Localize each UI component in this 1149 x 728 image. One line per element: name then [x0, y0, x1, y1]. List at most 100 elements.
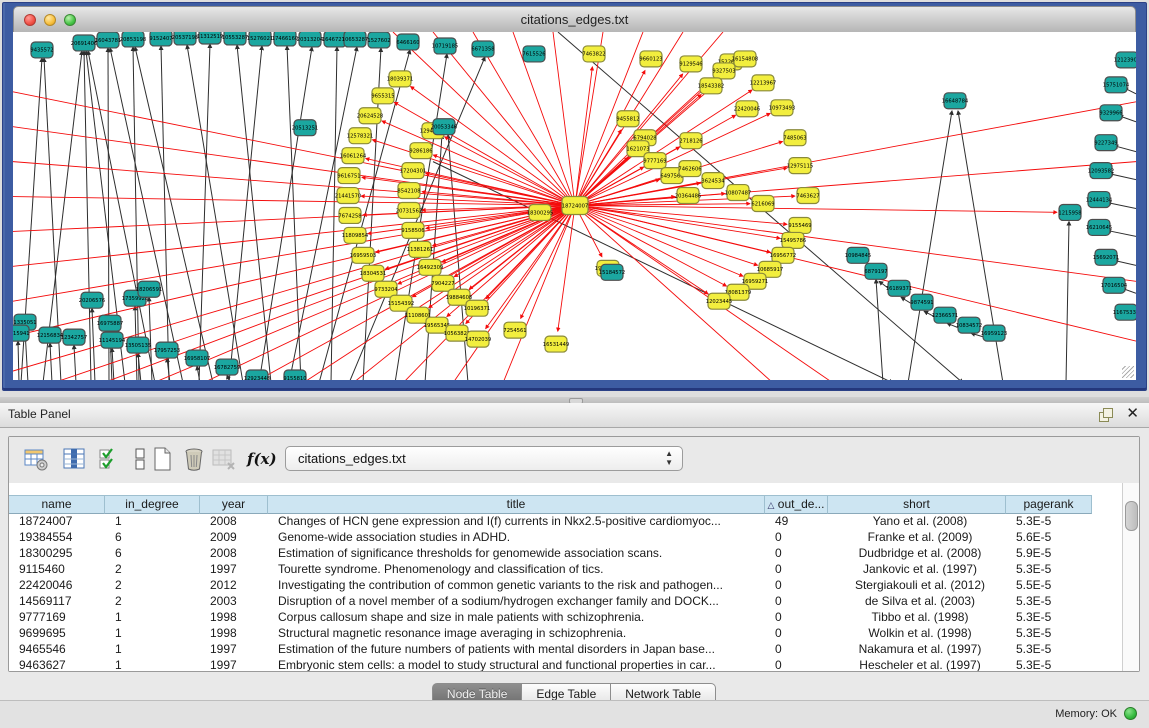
- graph-node[interactable]: 3915941: [13, 325, 30, 341]
- graph-node[interactable]: 9874591: [910, 294, 933, 310]
- graph-node[interactable]: 20731562: [396, 203, 422, 219]
- column-header-pagerank[interactable]: pagerank: [1006, 495, 1092, 514]
- graph-node[interactable]: 7462606: [678, 161, 701, 177]
- graph-node[interactable]: 20624528: [357, 108, 383, 124]
- graph-node[interactable]: 12023445: [706, 293, 732, 309]
- column-header-out_de[interactable]: △ out_de...: [765, 495, 828, 514]
- float-panel-icon[interactable]: [1099, 408, 1113, 422]
- graph-node[interactable]: 16648784: [942, 93, 969, 109]
- table-row[interactable]: 1938455462009Genome-wide association stu…: [9, 530, 1123, 546]
- graph-node[interactable]: 18039371: [387, 71, 413, 87]
- row-selection-icon[interactable]: [97, 446, 123, 472]
- graph-node[interactable]: 16975887: [97, 315, 123, 331]
- graph-node[interactable]: 10973493: [769, 100, 795, 116]
- graph-node[interactable]: 3624534: [701, 173, 725, 189]
- graph-node[interactable]: 9655315: [371, 88, 394, 104]
- graph-node[interactable]: 6466160: [396, 34, 419, 50]
- column-header-name[interactable]: name: [9, 495, 105, 514]
- table-selector-dropdown[interactable]: citations_edges.txt ▲▼: [285, 446, 683, 471]
- network-graph[interactable]: 1872400718039371965531520624528125783211…: [13, 32, 1136, 380]
- graph-node[interactable]: 12213967: [750, 75, 776, 91]
- graph-node[interactable]: 7674258: [338, 207, 361, 223]
- column-header-title[interactable]: title: [268, 495, 765, 514]
- canvas-resize-grip[interactable]: [1122, 366, 1134, 378]
- graph-node[interactable]: 9777169: [643, 153, 666, 169]
- graph-node[interactable]: 18206591: [136, 281, 162, 297]
- graph-node[interactable]: 16492309: [417, 259, 443, 275]
- graph-node[interactable]: 15751074: [1103, 77, 1130, 93]
- graph-node[interactable]: 20537198: [172, 32, 198, 45]
- table-row[interactable]: 969969511998Structural magnetic resonanc…: [9, 626, 1123, 642]
- graph-node[interactable]: 21441570: [335, 188, 361, 204]
- graph-node[interactable]: 7254561: [503, 322, 526, 338]
- graph-node[interactable]: 12123904: [1114, 52, 1136, 68]
- graph-node[interactable]: 9129546: [679, 56, 702, 72]
- graph-node[interactable]: 10196371: [464, 300, 490, 316]
- graph-node[interactable]: 15184572: [599, 264, 625, 280]
- graph-node[interactable]: 12366571: [932, 307, 958, 323]
- column-header-year[interactable]: year: [200, 495, 268, 514]
- table-row[interactable]: 2242004622012Investigating the contribut…: [9, 578, 1123, 594]
- table-vertical-scrollbar[interactable]: [1122, 483, 1139, 671]
- graph-node[interactable]: 12975115: [787, 158, 813, 174]
- trash-icon[interactable]: [181, 446, 207, 472]
- graph-node[interactable]: 7463822: [582, 46, 605, 62]
- graph-node[interactable]: 20513251: [292, 120, 318, 136]
- graph-node[interactable]: 10653287: [342, 32, 368, 47]
- graph-node[interactable]: 8542108: [397, 183, 420, 199]
- graph-node[interactable]: 16154808: [732, 51, 758, 67]
- graph-node[interactable]: 11145194: [99, 332, 126, 348]
- graph-node[interactable]: 9455812: [616, 111, 639, 127]
- graph-node[interactable]: 10553287: [222, 32, 248, 45]
- graph-node[interactable]: 16531449: [543, 336, 569, 352]
- graph-node[interactable]: 12578321: [347, 128, 373, 144]
- node-table[interactable]: namein_degreeyeartitle△ out_de...shortpa…: [9, 483, 1123, 671]
- graph-node[interactable]: 10984845: [845, 247, 871, 263]
- graph-node[interactable]: 18300295: [527, 205, 553, 221]
- graph-node[interactable]: 16959123: [981, 325, 1007, 341]
- graph-node[interactable]: 16782759: [214, 359, 240, 375]
- graph-node[interactable]: 9660123: [639, 51, 662, 67]
- graph-node[interactable]: 20313204: [297, 32, 324, 47]
- graph-node[interactable]: 11381261: [407, 241, 433, 257]
- new-document-icon[interactable]: [149, 446, 175, 472]
- graph-node[interactable]: 6216069: [751, 196, 774, 212]
- graph-node[interactable]: 7615526: [522, 46, 545, 62]
- table-row[interactable]: 946362711997Embryonic stem cells: a mode…: [9, 658, 1123, 671]
- graph-node[interactable]: 20364486: [675, 188, 701, 204]
- column-chooser-icon[interactable]: [61, 446, 87, 472]
- graph-node[interactable]: 15495786: [780, 232, 806, 248]
- graph-node[interactable]: 6671358: [471, 41, 494, 57]
- graph-node[interactable]: 12444134: [1086, 192, 1113, 208]
- table-row[interactable]: 911546021997Tourette syndrome. Phenomeno…: [9, 562, 1123, 578]
- graph-node[interactable]: 9152407: [149, 32, 172, 46]
- graph-node[interactable]: 20853198: [120, 32, 146, 47]
- graph-node[interactable]: 9155469: [788, 217, 811, 233]
- table-row[interactable]: 977716911998Corpus callosum shape and si…: [9, 610, 1123, 626]
- table-header-row[interactable]: namein_degreeyeartitle△ out_de...shortpa…: [9, 495, 1092, 514]
- graph-node[interactable]: 18543382: [698, 78, 724, 94]
- window-titlebar[interactable]: citations_edges.txt: [13, 6, 1136, 34]
- graph-node[interactable]: 9327503: [712, 63, 735, 79]
- graph-node[interactable]: 17204301: [400, 163, 426, 179]
- memory-status-indicator[interactable]: [1124, 707, 1137, 720]
- graph-node[interactable]: 17466160: [272, 32, 298, 46]
- graph-node[interactable]: 20691406: [71, 35, 97, 51]
- graph-node[interactable]: 11675338: [1113, 304, 1136, 320]
- graph-node[interactable]: 15276021: [247, 32, 273, 46]
- graph-node[interactable]: 10719185: [432, 38, 458, 54]
- graph-node[interactable]: 9227349: [1094, 135, 1117, 151]
- graph-node[interactable]: 10807487: [725, 185, 751, 201]
- graph-node[interactable]: 2718126: [679, 133, 702, 149]
- graph-nodes[interactable]: 1872400718039371965531520624528125783211…: [13, 32, 1136, 380]
- graph-node[interactable]: 17957253: [154, 342, 180, 358]
- network-canvas[interactable]: 1872400718039371965531520624528125783211…: [13, 32, 1136, 380]
- table-settings-icon[interactable]: [23, 446, 49, 472]
- graph-node[interactable]: 9435572: [30, 42, 53, 58]
- graph-node[interactable]: 16043781: [95, 32, 121, 48]
- graph-node[interactable]: 12342757: [61, 329, 87, 345]
- table-row[interactable]: 946554611997Estimation of the future num…: [9, 642, 1123, 658]
- table-body[interactable]: 1872400712008Changes of HCN gene express…: [9, 514, 1123, 671]
- graph-node[interactable]: 20053346: [431, 119, 457, 135]
- graph-node[interactable]: 22420046: [734, 101, 760, 117]
